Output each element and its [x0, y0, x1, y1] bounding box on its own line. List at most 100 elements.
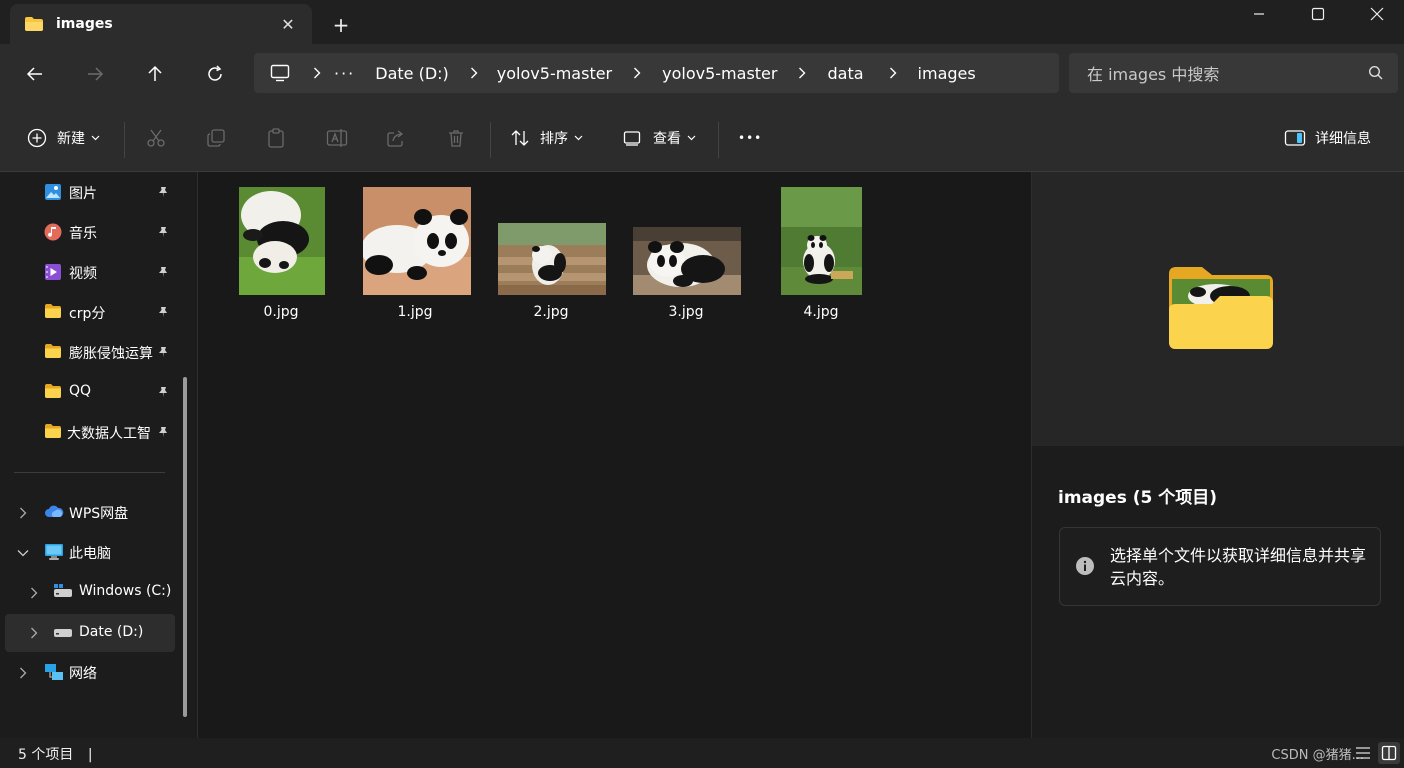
sidebar-item-label: 此电脑 — [69, 546, 111, 562]
share-button[interactable] — [386, 124, 406, 152]
details-pane-icon — [1284, 130, 1306, 146]
info-message: 选择单个文件以获取详细信息并共享云内容。 — [1059, 527, 1381, 606]
cloud-icon — [45, 505, 64, 517]
crumb-drive[interactable]: Date (D:) — [375, 64, 449, 83]
sort-button[interactable]: 排序 — [510, 124, 583, 152]
close-tab-icon[interactable]: ✕ — [278, 14, 298, 34]
sidebar-item-windows-c[interactable]: Windows (C:) — [0, 574, 178, 610]
maximize-icon — [1311, 7, 1325, 21]
crumb-images[interactable]: images — [918, 64, 976, 83]
title-bar: images ✕ + — [0, 0, 1404, 44]
sidebar-item-date-d[interactable]: Date (D:) — [5, 614, 175, 652]
view-button[interactable]: 查看 — [623, 124, 696, 152]
chevron-right-icon — [461, 67, 487, 79]
crumb-yolov5-master-2[interactable]: yolov5-master — [662, 64, 777, 83]
chevron-right-icon[interactable] — [19, 667, 27, 679]
sidebar-item-network[interactable]: 网络 — [0, 654, 178, 690]
sidebar-item-label: crp分 — [69, 306, 106, 322]
thumbnail — [633, 227, 741, 295]
forward-button[interactable] — [77, 58, 113, 90]
chevron-right-icon[interactable] — [30, 627, 38, 639]
refresh-button[interactable] — [197, 58, 233, 90]
maximize-button[interactable] — [1289, 0, 1347, 28]
back-button[interactable] — [17, 58, 53, 90]
tab-images[interactable]: images ✕ — [10, 4, 312, 44]
sidebar-divider — [14, 472, 165, 473]
item-count: 5 个项目 | — [18, 744, 93, 764]
new-button[interactable]: 新建 — [27, 124, 100, 152]
network-icon — [45, 664, 63, 680]
list-view-icon — [1356, 747, 1370, 759]
thumbnail — [498, 223, 606, 295]
sidebar-item-this-pc[interactable]: 此电脑 — [0, 534, 178, 570]
details-title: images (5 个项目) — [1058, 488, 1218, 508]
chevron-down-icon — [687, 135, 696, 141]
view-label: 查看 — [653, 131, 681, 147]
sort-label: 排序 — [540, 131, 568, 147]
chevron-down-icon[interactable] — [17, 549, 29, 557]
pin-icon — [159, 387, 167, 397]
pictures-icon — [45, 184, 61, 200]
rename-button[interactable] — [326, 124, 348, 152]
details-label: 详细信息 — [1315, 131, 1371, 147]
new-tab-button[interactable]: + — [326, 12, 356, 38]
tiles-view-toggle[interactable] — [1378, 742, 1400, 764]
folder-icon — [45, 424, 61, 438]
pin-icon — [159, 347, 167, 357]
thumbnail — [781, 187, 862, 295]
sidebar-item-label: Windows (C:) — [79, 583, 172, 599]
pin-icon — [159, 187, 167, 197]
chevron-right-icon[interactable] — [19, 507, 27, 519]
file-name: 0.jpg — [263, 304, 299, 320]
sidebar-item-label: Date (D:) — [79, 624, 144, 640]
sidebar-scrollbar[interactable] — [183, 377, 187, 717]
paste-button[interactable] — [266, 124, 286, 152]
folder-icon — [25, 17, 43, 31]
info-text: 选择单个文件以获取详细信息并共享云内容。 — [1110, 546, 1367, 588]
chevron-right-icon[interactable] — [30, 587, 38, 599]
sidebar-item-bigdata[interactable]: 大数据人工智 — [0, 414, 178, 450]
toolbar-divider — [718, 122, 719, 158]
more-options-button[interactable]: ••• — [738, 124, 762, 152]
minimize-button[interactable] — [1230, 0, 1288, 28]
navigation-bar: ··· Date (D:) yolov5-master yolov5-maste… — [0, 44, 1404, 104]
up-button[interactable] — [137, 58, 173, 90]
sidebar-item-wps-drive[interactable]: WPS网盘 — [0, 494, 178, 530]
scissors-icon — [147, 129, 165, 147]
share-icon — [387, 130, 404, 147]
status-divider: | — [87, 747, 93, 763]
details-view-toggle[interactable] — [1352, 742, 1374, 764]
sidebar-item-videos[interactable]: 视频 — [0, 254, 178, 290]
sidebar-item-label: 大数据人工智 — [67, 426, 151, 442]
address-bar[interactable]: ··· Date (D:) yolov5-master yolov5-maste… — [254, 53, 1059, 93]
chevron-right-icon — [304, 67, 330, 79]
search-icon — [1368, 65, 1383, 80]
more-crumbs-button[interactable]: ··· — [334, 64, 355, 83]
close-window-button[interactable] — [1348, 0, 1404, 28]
sidebar-item-dilation[interactable]: 膨胀侵蚀运算 — [0, 334, 178, 370]
search-box[interactable]: 在 images 中搜索 — [1069, 53, 1398, 93]
copy-button[interactable] — [206, 124, 226, 152]
arrow-right-icon — [88, 67, 104, 81]
file-name: 3.jpg — [668, 304, 704, 320]
crumb-yolov5-master-1[interactable]: yolov5-master — [497, 64, 612, 83]
delete-button[interactable] — [446, 124, 466, 152]
arrow-up-icon — [148, 65, 162, 81]
crumb-data[interactable]: data — [827, 64, 863, 83]
search-placeholder: 在 images 中搜索 — [1087, 65, 1220, 84]
pin-icon — [159, 227, 167, 237]
details-pane-button[interactable]: 详细信息 — [1284, 124, 1371, 152]
minimize-icon — [1254, 13, 1264, 15]
tab-label: images — [56, 16, 113, 32]
sidebar-item-label: QQ — [69, 383, 92, 399]
music-icon — [44, 223, 62, 241]
sidebar-item-music[interactable]: 音乐 — [0, 214, 178, 250]
cut-button[interactable] — [146, 124, 166, 152]
file-name: 4.jpg — [803, 304, 839, 320]
sidebar-item-pictures[interactable]: 图片 — [0, 174, 178, 210]
refresh-icon — [208, 65, 222, 81]
pin-icon — [159, 427, 167, 437]
sidebar-item-qq[interactable]: QQ — [0, 374, 178, 410]
sidebar-item-crp[interactable]: crp分 — [0, 294, 178, 330]
pin-icon — [159, 307, 167, 317]
